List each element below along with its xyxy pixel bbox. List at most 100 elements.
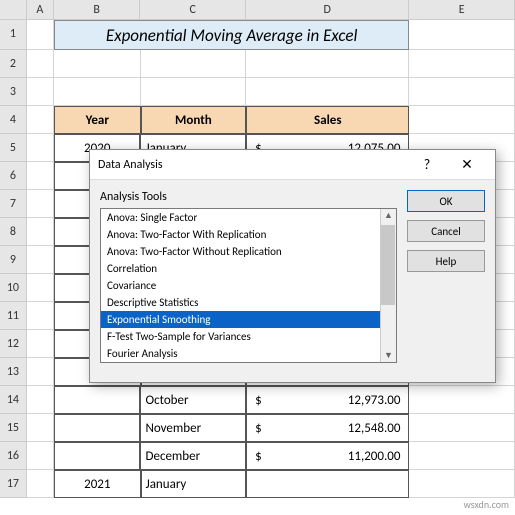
cell-a11[interactable] <box>27 302 54 330</box>
cell-d3[interactable] <box>246 78 409 106</box>
col-header-e[interactable]: E <box>409 0 515 19</box>
cancel-button[interactable]: Cancel <box>407 220 485 242</box>
row-header-6[interactable]: 6 <box>0 162 27 190</box>
list-item[interactable]: Fourier Analysis <box>101 345 396 362</box>
cell-c17[interactable]: January <box>141 470 247 498</box>
analysis-tools-label: Analysis Tools <box>100 190 397 204</box>
cell-a1[interactable] <box>27 20 54 50</box>
help-icon[interactable]: ? <box>407 156 447 173</box>
list-item-selected[interactable]: Exponential Smoothing <box>101 311 396 328</box>
cell-c2[interactable] <box>141 50 247 78</box>
col-header-a[interactable]: A <box>27 0 54 19</box>
list-item[interactable]: Descriptive Statistics <box>101 294 396 311</box>
cell-e17[interactable] <box>409 470 515 498</box>
row-header-1[interactable]: 1 <box>0 20 27 50</box>
row-header-10[interactable]: 10 <box>0 274 27 302</box>
row-header-14[interactable]: 14 <box>0 386 27 414</box>
list-item[interactable]: Anova: Single Factor <box>101 209 396 226</box>
row-header-7[interactable]: 7 <box>0 190 27 218</box>
cell-c3[interactable] <box>141 78 247 106</box>
col-header-b[interactable]: B <box>54 0 140 19</box>
cell-e14[interactable] <box>409 386 515 414</box>
row-header-12[interactable]: 12 <box>0 330 27 358</box>
cell-a9[interactable] <box>27 246 54 274</box>
cell-a4[interactable] <box>27 106 54 134</box>
cell-b17[interactable]: 2021 <box>54 470 141 498</box>
analysis-tools-listbox[interactable]: Anova: Single Factor Anova: Two-Factor W… <box>100 208 397 363</box>
cell-e3[interactable] <box>409 78 515 106</box>
cell-d2[interactable] <box>246 50 409 78</box>
cell-e1[interactable] <box>409 20 515 50</box>
dialog-titlebar[interactable]: Data Analysis ? ✕ <box>90 150 495 180</box>
row-header-15[interactable]: 15 <box>0 414 27 442</box>
cell-a5[interactable] <box>27 134 54 162</box>
cell-e4[interactable] <box>409 106 515 134</box>
currency-symbol: $ <box>255 421 262 436</box>
cell-a12[interactable] <box>27 330 54 358</box>
cell-b2[interactable] <box>54 50 141 78</box>
sales-value: 12,548.00 <box>348 421 401 436</box>
cell-a10[interactable] <box>27 274 54 302</box>
cell-a14[interactable] <box>27 386 54 414</box>
header-month[interactable]: Month <box>141 106 247 134</box>
col-header-d[interactable]: D <box>246 0 409 19</box>
list-item[interactable]: Correlation <box>101 260 396 277</box>
row-header-17[interactable]: 17 <box>0 470 27 498</box>
title-cell[interactable]: Exponential Moving Average in Excel <box>54 20 409 50</box>
header-year[interactable]: Year <box>54 106 141 134</box>
cell-a17[interactable] <box>27 470 54 498</box>
cell-e15[interactable] <box>409 414 515 442</box>
row-header-13[interactable]: 13 <box>0 358 27 386</box>
cell-d15[interactable]: $12,548.00 <box>246 414 409 442</box>
dialog-title: Data Analysis <box>98 158 407 172</box>
list-item[interactable]: Histogram <box>101 362 396 363</box>
row-header-16[interactable]: 16 <box>0 442 27 470</box>
data-analysis-dialog: Data Analysis ? ✕ Analysis Tools Anova: … <box>89 149 496 383</box>
help-button[interactable]: Help <box>407 250 485 272</box>
cell-a8[interactable] <box>27 218 54 246</box>
cell-e16[interactable] <box>409 442 515 470</box>
cell-c16[interactable]: December <box>140 442 246 470</box>
watermark: wsxdn.com <box>464 498 509 511</box>
cell-c14[interactable]: October <box>140 386 246 414</box>
cell-a13[interactable] <box>27 358 54 386</box>
row-header-11[interactable]: 11 <box>0 302 27 330</box>
cell-b16[interactable] <box>54 442 141 470</box>
select-all-corner[interactable] <box>0 0 27 19</box>
column-headers: A B C D E <box>0 0 515 20</box>
cell-a15[interactable] <box>27 414 54 442</box>
scrollbar-thumb[interactable] <box>381 225 395 305</box>
cell-a3[interactable] <box>27 78 54 106</box>
close-icon[interactable]: ✕ <box>447 156 487 173</box>
row-header-8[interactable]: 8 <box>0 218 27 246</box>
sales-value: 12,973.00 <box>348 393 401 408</box>
row-header-3[interactable]: 3 <box>0 78 27 106</box>
cell-b3[interactable] <box>54 78 141 106</box>
sales-value: 11,200.00 <box>348 449 401 464</box>
row-header-9[interactable]: 9 <box>0 246 27 274</box>
row-header-2[interactable]: 2 <box>0 50 27 78</box>
list-item[interactable]: F-Test Two-Sample for Variances <box>101 328 396 345</box>
cell-b15[interactable] <box>54 414 141 442</box>
cell-a6[interactable] <box>27 162 54 190</box>
list-item[interactable]: Anova: Two-Factor Without Replication <box>101 243 396 260</box>
row-header-4[interactable]: 4 <box>0 106 27 134</box>
ok-button[interactable]: OK <box>407 190 485 212</box>
cell-d14[interactable]: $12,973.00 <box>246 386 409 414</box>
cell-d17[interactable] <box>246 470 409 498</box>
cell-a7[interactable] <box>27 190 54 218</box>
cell-a16[interactable] <box>27 442 54 470</box>
list-item[interactable]: Covariance <box>101 277 396 294</box>
cell-e2[interactable] <box>409 50 515 78</box>
cell-b14[interactable] <box>54 386 141 414</box>
col-header-c[interactable]: C <box>140 0 246 19</box>
currency-symbol: $ <box>255 393 262 408</box>
cell-a2[interactable] <box>27 50 54 78</box>
scrollbar[interactable] <box>380 209 396 362</box>
cell-c15[interactable]: November <box>140 414 246 442</box>
list-item[interactable]: Anova: Two-Factor With Replication <box>101 226 396 243</box>
row-header-5[interactable]: 5 <box>0 134 27 162</box>
currency-symbol: $ <box>255 449 262 464</box>
header-sales[interactable]: Sales <box>246 106 409 134</box>
cell-d16[interactable]: $11,200.00 <box>246 442 409 470</box>
